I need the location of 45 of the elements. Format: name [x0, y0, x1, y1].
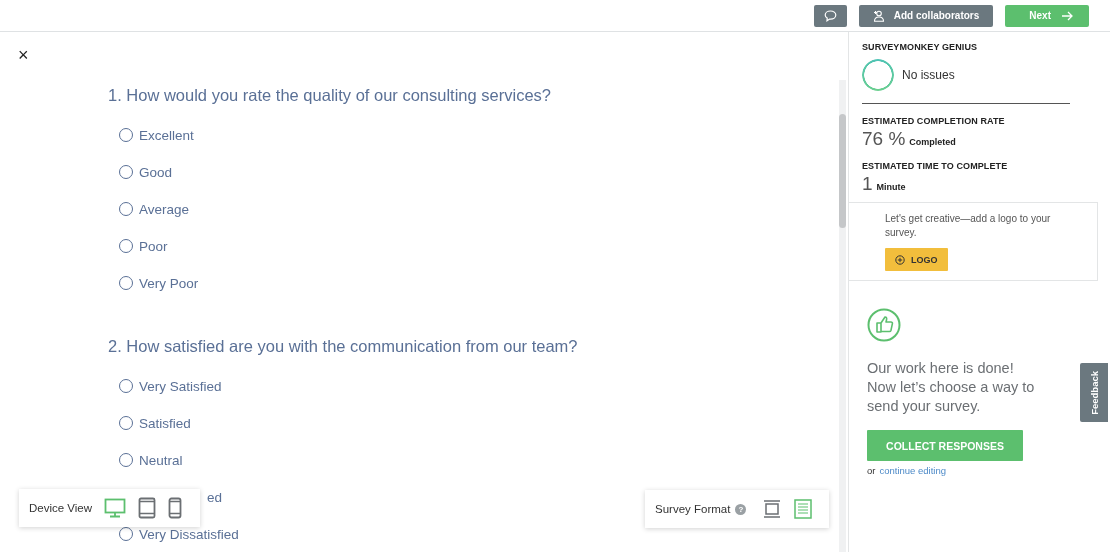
- help-icon[interactable]: ?: [735, 503, 747, 515]
- question-title: 1. How would you rate the quality of our consulting services?: [108, 86, 551, 105]
- genius-heading: SURVEYMONKEY GENIUS: [862, 42, 979, 52]
- logo-button[interactable]: LOGO: [885, 248, 948, 271]
- device-view-label: Device View: [29, 502, 93, 514]
- add-person-icon: [872, 9, 886, 22]
- logo-prompt: Let's get creative—add a logo to your survey.: [885, 212, 1052, 240]
- option-label: Very Satisfied: [139, 378, 222, 394]
- completion-rate-unit: Completed: [909, 137, 956, 147]
- phone-icon[interactable]: [168, 497, 183, 519]
- monitor-icon[interactable]: [104, 498, 127, 518]
- tablet-icon[interactable]: [138, 497, 157, 519]
- genius-status: No issues: [902, 68, 955, 82]
- single-question-layout-icon[interactable]: [762, 499, 783, 519]
- option-label: Poor: [139, 238, 168, 254]
- arrow-right-icon: [1061, 10, 1073, 21]
- option-label: Very Poor: [139, 275, 199, 291]
- completion-rate-value: 76 %: [862, 128, 906, 150]
- question-title: 2. How satisfied are you with the communication from our team?: [108, 337, 578, 356]
- comment-button[interactable]: [813, 4, 847, 27]
- continue-editing-link[interactable]: continue editing: [879, 465, 946, 476]
- or-text: or: [867, 465, 876, 476]
- collect-responses-button[interactable]: COLLECT RESPONSES: [867, 430, 1023, 461]
- close-icon[interactable]: ×: [18, 46, 29, 64]
- option-label: Good: [139, 164, 173, 180]
- feedback-tab[interactable]: Feedback: [1080, 363, 1108, 422]
- survey-format-label: Survey Format: [655, 503, 731, 515]
- plus-circle-icon: [895, 254, 905, 265]
- completion-time-unit: Minute: [876, 182, 906, 192]
- speech-bubble-icon: [823, 9, 837, 22]
- option-label: Very Dissatisfied: [139, 526, 239, 542]
- status-ring-icon: [862, 59, 894, 91]
- option-label: Satisfied: [139, 415, 191, 431]
- option-label: Neutral: [139, 452, 183, 468]
- completion-time-heading: ESTIMATED TIME TO COMPLETE: [862, 161, 1009, 171]
- completion-time-value: 1: [862, 173, 873, 195]
- next-button[interactable]: Next: [1005, 4, 1089, 27]
- option-label: ed: [207, 489, 223, 505]
- option-label: Excellent: [139, 127, 194, 143]
- add-collaborators-button[interactable]: Add collaborators: [858, 4, 994, 27]
- option-label: Average: [139, 201, 190, 217]
- thumbs-up-icon: [867, 308, 901, 342]
- scrollbar-thumb[interactable]: [839, 114, 846, 228]
- completion-message: Our work here is done! Now let’s choose a way to send your survey.: [867, 359, 1036, 416]
- completion-rate-heading: ESTIMATED COMPLETION RATE: [862, 116, 1006, 126]
